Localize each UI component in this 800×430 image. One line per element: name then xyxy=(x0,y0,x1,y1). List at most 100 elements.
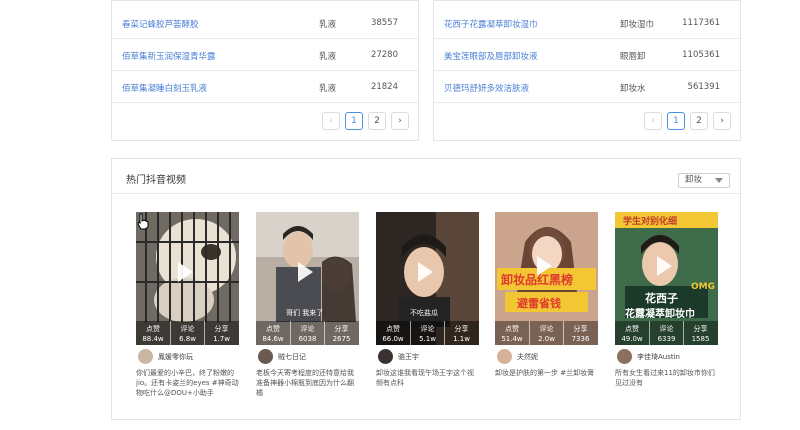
video-stats: 点赞 88.4w 评论 6.8w 分享 1.7w xyxy=(136,321,239,345)
product-link[interactable]: 佰草集新玉润保湿青华露 xyxy=(122,50,216,62)
likes-stat: 点赞 88.4w xyxy=(142,325,164,343)
video-stats: 点赞 49.0w 评论 6339 分享 1585 xyxy=(615,321,718,345)
video-author[interactable]: 李佳琦Austin xyxy=(615,348,718,364)
product-category: 卸妆水 xyxy=(620,84,646,94)
product-count: 561391 xyxy=(687,82,720,92)
product-count: 27280 xyxy=(370,50,398,60)
table-row: 贝德玛舒妍多效洁肤液 卸妆水 561391 xyxy=(434,72,740,103)
panel-header: 热门抖音视频 卸妆 xyxy=(112,159,740,194)
play-icon xyxy=(418,262,433,282)
video-caption: 不吃盐瓜 xyxy=(410,309,438,317)
likes-stat: 点赞 66.0w xyxy=(382,325,404,343)
table-row: 花西子花露凝萃卸妆湿巾 卸妆湿巾 1117361 xyxy=(434,8,740,39)
shares-stat: 分享 7336 xyxy=(563,321,597,345)
comments-stat: 评论 6339 xyxy=(649,321,683,345)
author-name: 贼七日记 xyxy=(278,353,306,361)
category-select[interactable]: 卸妆 xyxy=(678,173,730,188)
likes-stat: 点赞 51.4w xyxy=(501,325,523,343)
product-count: 1105361 xyxy=(682,50,720,60)
comments-stat: 评论 5.1w xyxy=(410,321,444,345)
video-caption: 哥们 我来了 xyxy=(286,309,324,317)
thumbnail-badge: OMG xyxy=(691,282,715,292)
video-description: 你们最爱的小辛巴，终了粉嫩的jio。还有卡姿兰的eyes #神奇动物吃什么@DO… xyxy=(136,369,239,397)
avatar xyxy=(378,349,393,364)
next-page-button[interactable]: › xyxy=(713,112,731,130)
author-name: 骆王宇 xyxy=(398,353,419,361)
video-card[interactable]: 不吃盐瓜 点赞 66.0w 评论 5.1w 分享 1.1w 骆王宇 卸妆这谁我看现午场… xyxy=(376,212,479,408)
video-stats: 点赞 66.0w 评论 5.1w 分享 1.1w xyxy=(376,321,479,345)
avatar xyxy=(258,349,273,364)
play-icon xyxy=(657,256,672,276)
video-card[interactable]: 点赞 88.4w 评论 6.8w 分享 1.7w 鳳媛零你玩 你们最爱的小辛巴，终了粉… xyxy=(136,212,239,408)
product-link[interactable]: 佰草集凝睡白刻玉乳液 xyxy=(122,82,207,94)
table-row: 佰草集新玉润保湿青华露 乳液 27280 xyxy=(112,40,418,71)
page-1-button[interactable]: 1 xyxy=(345,112,363,130)
video-author[interactable]: 夫然妮 xyxy=(495,348,598,364)
shares-stat: 分享 1.1w xyxy=(444,321,478,345)
video-thumbnail[interactable]: 不吃盐瓜 点赞 66.0w 评论 5.1w 分享 1.1w xyxy=(376,212,479,345)
video-description: 卸妆这谁我看现午场王宇这个视频有点科 xyxy=(376,369,474,387)
video-thumbnail[interactable]: 点赞 88.4w 评论 6.8w 分享 1.7w xyxy=(136,212,239,345)
author-name: 夫然妮 xyxy=(517,353,538,361)
video-card[interactable]: 卸妆品红黑榜 避雷省钱 点赞 51.4w 评论 2.0w 分享 7336 夫然妮 卸妆… xyxy=(495,212,598,408)
video-author[interactable]: 贼七日记 xyxy=(256,348,359,364)
author-name: 鳳媛零你玩 xyxy=(158,353,193,361)
video-thumbnail[interactable]: 哥们 我来了 点赞 84.6w 评论 6038 分享 2675 xyxy=(256,212,359,345)
author-name: 李佳琦Austin xyxy=(637,353,680,361)
category-select-value: 卸妆 xyxy=(685,175,703,185)
play-icon xyxy=(298,262,313,282)
product-count: 1117361 xyxy=(682,18,720,28)
product-category: 眼唇卸 xyxy=(620,52,646,62)
likes-stat: 点赞 84.6w xyxy=(262,325,284,343)
product-link[interactable]: 贝德玛舒妍多效洁肤液 xyxy=(444,82,529,94)
shares-stat: 分享 2675 xyxy=(324,321,358,345)
video-author[interactable]: 鳳媛零你玩 xyxy=(136,348,239,364)
shares-stat: 分享 1.7w xyxy=(204,321,238,345)
product-category: 卸妆湿巾 xyxy=(620,20,655,30)
right-ranking-table: 花西子花露凝萃卸妆湿巾 卸妆湿巾 1117361 美宝莲眼部及唇部卸妆液 眼唇卸… xyxy=(433,0,741,141)
video-description: 老板今天寄考程度的还特意给我准备神器小棉瓶到底因为什么翻橘 xyxy=(256,369,354,397)
product-category: 乳液 xyxy=(319,52,337,62)
left-ranking-table: 春菜记蜂胶芦荟酵胶 乳液 38557 佰草集新玉润保湿青华露 乳液 27280 … xyxy=(111,0,419,141)
table-row: 佰草集凝睡白刻玉乳液 乳液 21824 xyxy=(112,72,418,103)
prev-page-button[interactable]: ‹ xyxy=(322,112,340,130)
page-2-button[interactable]: 2 xyxy=(690,112,708,130)
thumbnail-banner: 花西子 xyxy=(645,292,678,305)
next-page-button[interactable]: › xyxy=(391,112,409,130)
thumbnail-title: 学生对别化细 xyxy=(623,217,678,227)
avatar xyxy=(497,349,512,364)
video-thumbnail[interactable]: 卸妆品红黑榜 避雷省钱 点赞 51.4w 评论 2.0w 分享 7336 xyxy=(495,212,598,345)
hot-videos-panel: 热门抖音视频 卸妆 点赞 88.4w 评论 6.8w 分享 1.7w 鳳媛零你玩… xyxy=(111,158,741,420)
video-stats: 点赞 84.6w 评论 6038 分享 2675 xyxy=(256,321,359,345)
hand-cursor-icon xyxy=(137,213,149,230)
comments-stat: 评论 6038 xyxy=(290,321,324,345)
prev-page-button[interactable]: ‹ xyxy=(644,112,662,130)
product-count: 38557 xyxy=(370,18,398,28)
avatar xyxy=(617,349,632,364)
shares-stat: 分享 1585 xyxy=(683,321,717,345)
play-icon xyxy=(537,256,552,276)
video-description: 所有女生看过来11的卸妆市你们见过没有 xyxy=(615,369,715,387)
page-2-button[interactable]: 2 xyxy=(368,112,386,130)
video-description: 卸妆是护肤的第一步 #兰卸妆膏 xyxy=(495,369,595,377)
chevron-down-icon xyxy=(715,178,723,183)
comments-stat: 评论 2.0w xyxy=(529,321,563,345)
thumbnail-banner: 避雷省钱 xyxy=(517,297,561,310)
video-card[interactable]: 哥们 我来了 点赞 84.6w 评论 6038 分享 2675 贼七日记 老板今天寄考… xyxy=(256,212,359,408)
avatar xyxy=(138,349,153,364)
product-link[interactable]: 美宝莲眼部及唇部卸妆液 xyxy=(444,50,538,62)
video-author[interactable]: 骆王宇 xyxy=(376,348,479,364)
product-link[interactable]: 春菜记蜂胶芦荟酵胶 xyxy=(122,18,199,30)
play-icon xyxy=(178,262,193,282)
thumbnail-banner: 花露凝萃卸妆巾 xyxy=(625,309,695,320)
table-row: 美宝莲眼部及唇部卸妆液 眼唇卸 1105361 xyxy=(434,40,740,71)
likes-stat: 点赞 49.0w xyxy=(621,325,643,343)
table-row: 春菜记蜂胶芦荟酵胶 乳液 38557 xyxy=(112,8,418,39)
product-category: 乳液 xyxy=(319,84,337,94)
product-category: 乳液 xyxy=(319,20,337,30)
product-link[interactable]: 花西子花露凝萃卸妆湿巾 xyxy=(444,18,538,30)
video-card[interactable]: 学生对别化细 OMG 花西子 花露凝萃卸妆巾 点赞 49.0w 评论 6339 分享… xyxy=(615,212,718,408)
video-thumbnail[interactable]: 学生对别化细 OMG 花西子 花露凝萃卸妆巾 点赞 49.0w 评论 6339 分享… xyxy=(615,212,718,345)
comments-stat: 评论 6.8w xyxy=(170,321,204,345)
page-1-button[interactable]: 1 xyxy=(667,112,685,130)
